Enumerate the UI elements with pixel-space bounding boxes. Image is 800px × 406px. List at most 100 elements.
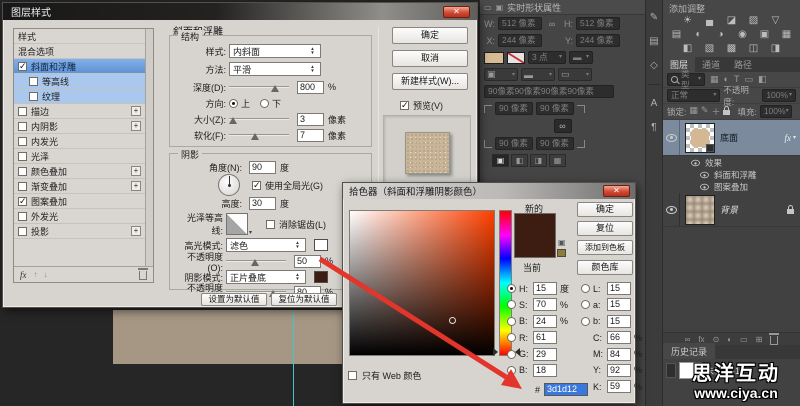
value-input[interactable]: 66 [607, 331, 631, 344]
value-input[interactable]: 15 [533, 282, 557, 295]
delete-effect-icon[interactable] [139, 271, 147, 280]
angle-dial[interactable] [218, 174, 240, 196]
checkbox-icon[interactable] [18, 227, 27, 236]
close-button[interactable]: ✕ [443, 6, 470, 18]
direction-down-radio[interactable] [260, 99, 269, 108]
checkbox-icon[interactable] [29, 77, 38, 86]
checkbox-icon[interactable] [18, 167, 27, 176]
fx-menu-icon[interactable]: fx [20, 270, 27, 280]
lock-option-icon[interactable]: ＋ [711, 105, 720, 118]
checkbox-icon[interactable] [18, 152, 27, 161]
adjustment-icon[interactable]: ◑ [714, 29, 727, 40]
value-input[interactable]: 15 [607, 282, 631, 295]
fill-color-swatch[interactable] [484, 52, 504, 64]
radius-bl-field[interactable]: 90 像素 [495, 137, 533, 150]
history-brush-source-icon[interactable] [666, 363, 676, 378]
contour-arrow-icon[interactable]: ▾ [249, 229, 256, 236]
style-list-item[interactable]: 外发光 [14, 209, 145, 224]
x-field[interactable]: 244 像素 [498, 34, 542, 47]
lock-option-icon[interactable]: ✎ [701, 105, 709, 118]
set-default-button[interactable]: 设置为默认值 [201, 293, 267, 306]
checkbox-icon[interactable] [18, 212, 27, 221]
adjustment-icon[interactable]: ▣ [758, 29, 771, 40]
adjustment-icon[interactable]: ◉ [736, 29, 749, 40]
adjustment-icon[interactable]: ▧ [703, 43, 716, 54]
style-list-item[interactable]: 内发光 [14, 134, 145, 149]
link-radii-button[interactable]: ∞ [554, 119, 572, 133]
eye-icon[interactable] [700, 184, 709, 190]
checkbox-icon[interactable] [18, 182, 27, 191]
adjustment-icon[interactable]: ☀ [681, 15, 694, 26]
panel-strip-icon[interactable]: A [651, 98, 658, 109]
dialog-titlebar[interactable]: 图层样式 [3, 3, 477, 20]
shadow-mode-dropdown[interactable]: 正片叠底 [226, 270, 306, 284]
pathfinder-icon[interactable]: ◧ [511, 154, 528, 167]
technique-dropdown[interactable]: 平滑 [229, 62, 321, 76]
web-safe-cube-icon[interactable] [557, 249, 566, 257]
panel-strip-icon[interactable]: ¶ [651, 122, 656, 133]
radio-icon[interactable] [507, 300, 516, 309]
radio-icon[interactable] [507, 284, 516, 293]
adjustment-icon[interactable]: ◨ [769, 43, 782, 54]
layer-thumbnail[interactable] [685, 195, 715, 225]
blend-mode-dropdown[interactable]: 正常▾ [667, 89, 720, 102]
angle-field[interactable]: 90 [249, 161, 276, 174]
checkbox-icon[interactable] [29, 92, 38, 101]
styles-scrollbar[interactable] [145, 29, 153, 266]
close-button[interactable]: ✕ [603, 185, 630, 197]
radius-tr-field[interactable]: 90 像素 [536, 102, 574, 115]
adjustment-icon[interactable]: ▤ [670, 29, 683, 40]
altitude-field[interactable]: 30 [249, 197, 276, 210]
y-field[interactable]: 244 像素 [576, 34, 620, 47]
checkbox-icon[interactable] [18, 137, 27, 146]
radio-icon[interactable] [507, 350, 516, 359]
layer-filter-icon[interactable]: ▦ [710, 74, 719, 85]
shape-props-icon[interactable]: ▭ [484, 3, 492, 12]
layer-effect-row[interactable]: 图案叠加 [663, 181, 800, 193]
fill-field[interactable]: 100%▾ [760, 105, 792, 118]
radius-br-field[interactable]: 90 像素 [536, 137, 574, 150]
highlight-opacity-slider[interactable] [226, 256, 286, 267]
value-input[interactable]: 29 [533, 348, 557, 361]
ok-button[interactable]: 确定 [392, 27, 468, 44]
tab-channels[interactable]: 通道 [695, 56, 727, 72]
delete-layer-icon[interactable] [770, 336, 778, 345]
web-only-checkbox[interactable] [348, 371, 357, 380]
highlight-color-swatch[interactable] [314, 239, 328, 251]
value-input[interactable]: 92 [607, 364, 631, 377]
adjustment-icon[interactable]: ◪ [725, 15, 738, 26]
value-input[interactable]: 24 [533, 315, 557, 328]
depth-slider[interactable] [229, 82, 289, 93]
preview-checkbox[interactable] [400, 101, 409, 110]
checkbox-icon[interactable] [18, 62, 27, 71]
layers-action-icon[interactable]: ◐ [727, 335, 732, 344]
stroke-style-dropdown[interactable]: ▬▾ [569, 51, 593, 64]
stroke-option-dropdown[interactable]: ▭▾ [558, 68, 592, 81]
adjustment-icon[interactable]: ▨ [747, 15, 760, 26]
visibility-cell[interactable] [663, 193, 680, 226]
style-list-item[interactable]: 斜面和浮雕 [14, 59, 145, 74]
radio-icon[interactable] [581, 300, 590, 309]
expand-plus-icon[interactable]: + [131, 181, 141, 191]
reorder-arrow-icon[interactable]: ↑ [34, 270, 38, 279]
width-field[interactable]: 512 像素 [498, 17, 542, 30]
adjustment-icon[interactable]: ▩ [725, 43, 738, 54]
style-list-item[interactable]: 渐变叠加+ [14, 179, 145, 194]
radii-summary-field[interactable]: 90像素90像素90像素90像素 [484, 85, 614, 98]
style-list-item[interactable]: 光泽 [14, 149, 145, 164]
gamut-warning-icon[interactable]: ▣ [558, 238, 566, 247]
checkbox-icon[interactable] [18, 122, 27, 131]
dialog-titlebar[interactable]: 拾色器（斜面和浮雕阴影颜色） [343, 183, 635, 199]
layers-action-icon[interactable]: ▭ [740, 335, 748, 344]
layer-row-bottom-face[interactable]: 底面 fx ▾ [663, 120, 800, 156]
value-input[interactable]: 61 [533, 331, 557, 344]
panel-strip-icon[interactable]: ▤ [649, 36, 658, 47]
checkbox-icon[interactable] [18, 197, 27, 206]
reorder-arrow-icon[interactable]: ↓ [44, 270, 48, 279]
eye-icon[interactable] [666, 206, 677, 214]
style-list-item[interactable]: 颜色叠加+ [14, 164, 145, 179]
pathfinder-icon[interactable]: ▣ [492, 154, 509, 167]
canvas-document[interactable] [113, 310, 342, 364]
lock-option-icon[interactable]: ▦ [689, 105, 698, 118]
gloss-contour-thumbnail[interactable] [226, 213, 248, 235]
